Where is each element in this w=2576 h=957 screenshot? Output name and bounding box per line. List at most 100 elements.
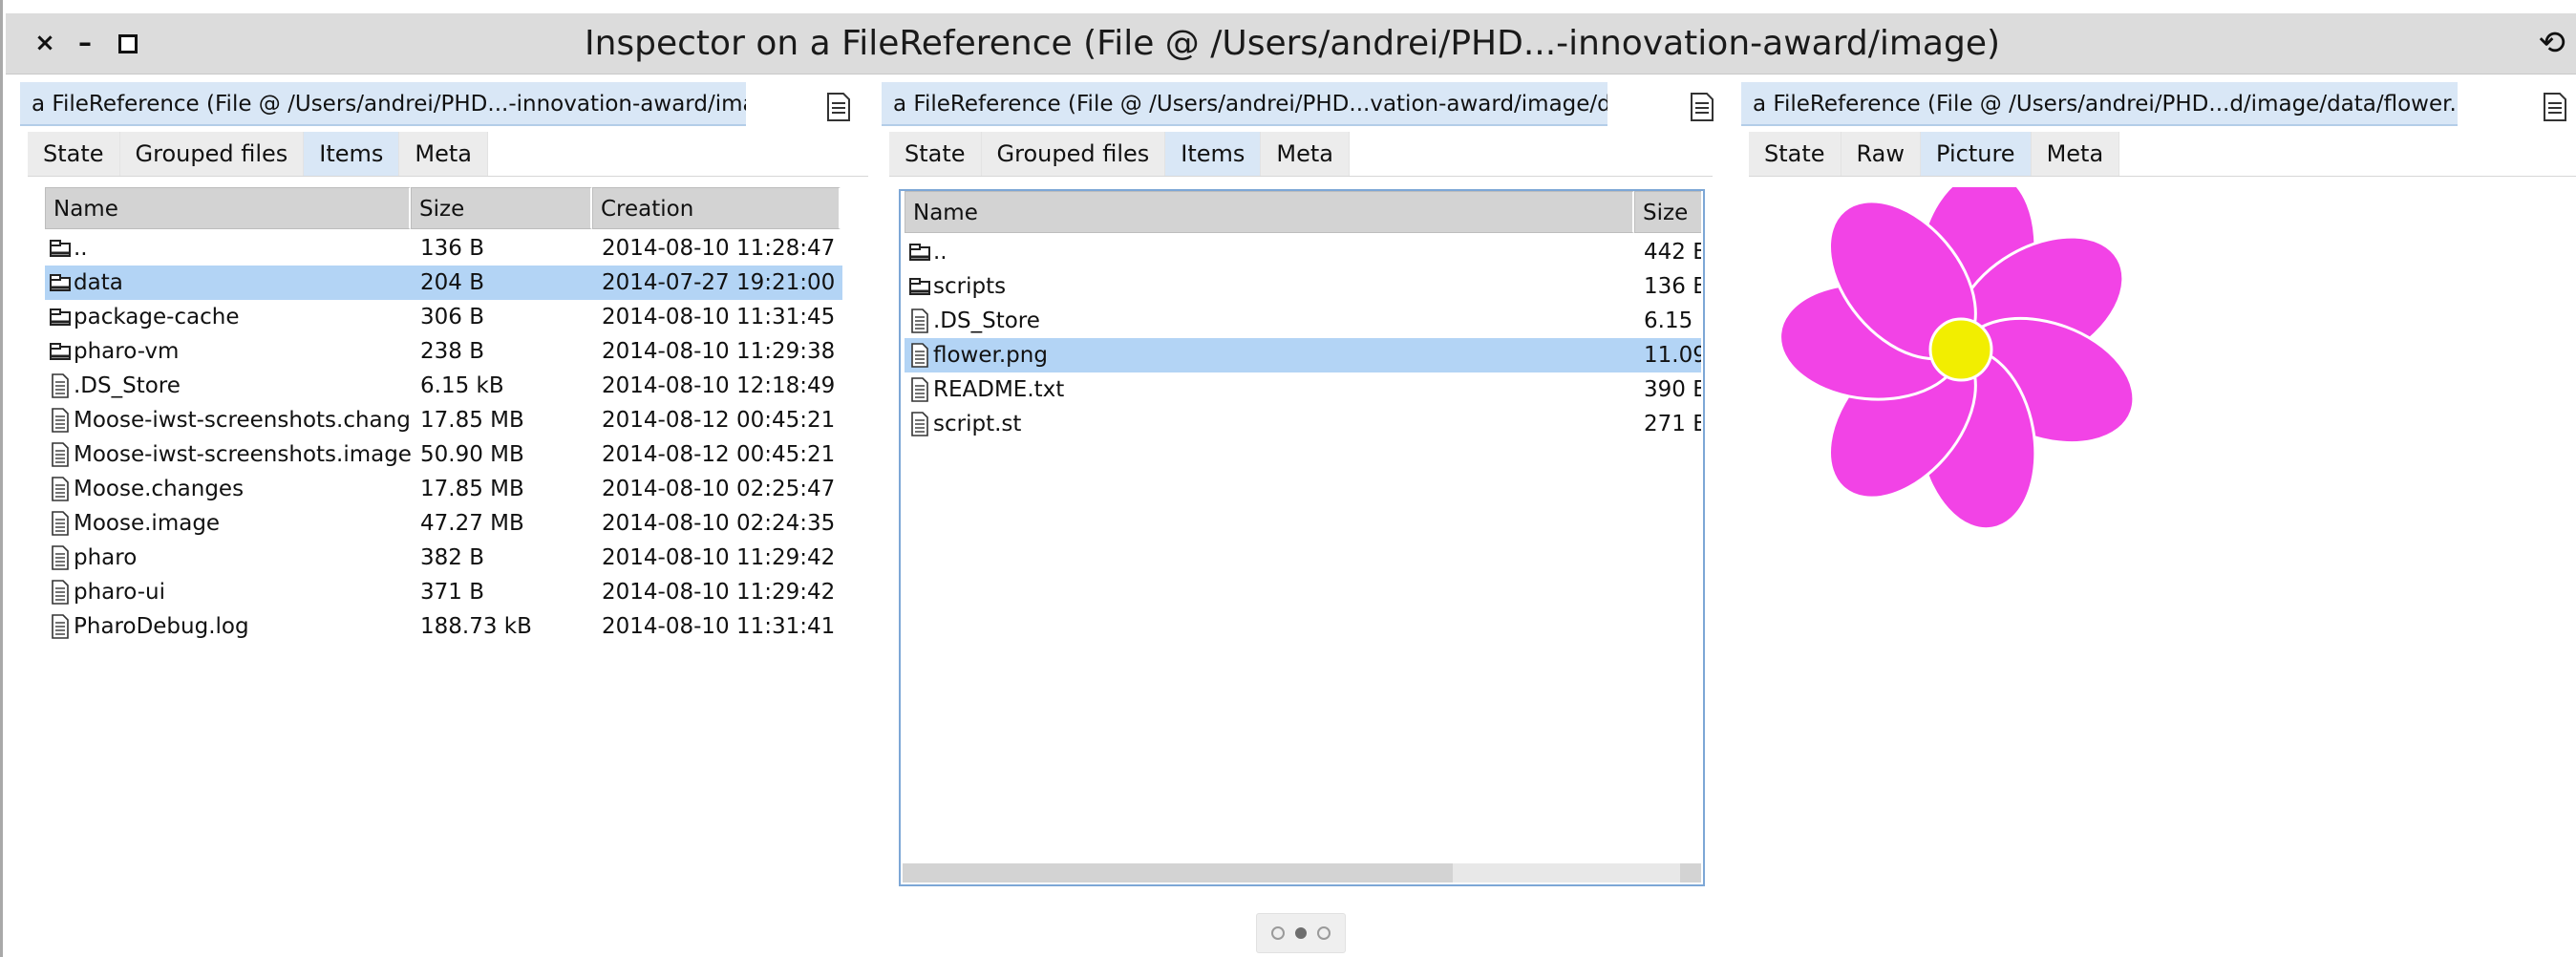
table-row[interactable]: Moose.image 47.27 MB 2014-08-10 02:24:35 (45, 506, 842, 541)
column-header-name[interactable]: Name (905, 191, 1634, 233)
file-name: Moose-iwst-screenshots.image (74, 442, 411, 467)
creation-cell: 2014-08-10 12:18:49 (602, 373, 836, 398)
file-name: scripts (933, 274, 1007, 299)
name-cell: Moose-iwst-screenshots.changes (45, 403, 411, 437)
file-name: pharo (74, 545, 138, 570)
size-cell: 306 B (420, 305, 484, 330)
creation-cell: 2014-08-10 11:28:47 (602, 236, 836, 261)
horizontal-scrollbar[interactable] (903, 863, 1701, 883)
name-cell: Moose.image (45, 506, 411, 541)
creation-cell: 2014-08-10 11:29:42 (602, 580, 836, 605)
folder-icon (50, 240, 71, 257)
tab-meta[interactable]: Meta (1261, 132, 1351, 176)
flower-picture (1778, 187, 2136, 531)
maximize-window-button[interactable] (118, 34, 138, 53)
document-icon[interactable] (825, 92, 852, 122)
file-name: Moose.changes (74, 477, 245, 501)
name-cell: pharo-ui (45, 575, 411, 609)
file-icon (911, 412, 928, 436)
tab-items[interactable]: Items (1165, 132, 1262, 176)
name-cell: .DS_Store (905, 304, 1634, 338)
size-cell: 204 B (420, 270, 484, 295)
minimize-window-button[interactable]: – (71, 29, 99, 57)
name-cell: package-cache (45, 300, 411, 334)
pane-pager (1256, 913, 1346, 953)
table-row[interactable]: scripts 136 B (905, 269, 1701, 304)
size-cell: 442 B (1644, 240, 1701, 265)
size-cell: 17.85 MB (420, 408, 524, 433)
tab-state[interactable]: State (889, 132, 982, 176)
items-table-frame: Name Size .. 442 B scripts 136 B .DS_Store 6.… (899, 189, 1705, 886)
tab-grouped-files[interactable]: Grouped files (119, 132, 305, 176)
table-row[interactable]: README.txt 390 B (905, 372, 1701, 407)
size-cell: 238 B (420, 339, 484, 364)
pane-tabs: State Grouped files Items Meta (28, 132, 489, 176)
table-row[interactable]: .DS_Store 6.15 kB (905, 304, 1701, 338)
table-row[interactable]: .. 442 B (905, 235, 1701, 269)
file-icon (52, 373, 69, 398)
file-name: README.txt (933, 377, 1065, 402)
table-row[interactable]: Moose-iwst-screenshots.changes 17.85 MB 20… (45, 403, 842, 437)
tab-meta[interactable]: Meta (399, 132, 489, 176)
column-header-name[interactable]: Name (45, 187, 411, 229)
size-cell: 6.15 kB (420, 373, 504, 398)
table-row[interactable]: pharo-ui 371 B 2014-08-10 11:29:42 (45, 575, 842, 609)
file-icon (911, 343, 928, 368)
window-titlebar[interactable]: × – Inspector on a FileReference (File @… (6, 13, 2576, 74)
tab-items[interactable]: Items (304, 132, 400, 176)
creation-cell: 2014-08-10 11:31:45 (602, 305, 836, 330)
creation-cell: 2014-08-10 02:24:35 (602, 511, 836, 536)
tab-meta[interactable]: Meta (2031, 132, 2120, 176)
table-row[interactable]: pharo-vm 238 B 2014-08-10 11:29:38 (45, 334, 842, 369)
pager-dot[interactable] (1271, 926, 1286, 940)
table-row[interactable]: .. 136 B 2014-08-10 11:28:47 (45, 231, 842, 266)
size-cell: 390 B (1644, 377, 1701, 402)
tab-raw[interactable]: Raw (1841, 132, 1922, 176)
column-header-size[interactable]: Size (1634, 191, 1701, 233)
table-row[interactable]: flower.png 11.09 kB (905, 338, 1701, 372)
file-name: Moose-iwst-screenshots.changes (74, 408, 411, 433)
tab-grouped-files[interactable]: Grouped files (981, 132, 1166, 176)
inspector-pane-flower: a FileReference (File @ /Users/andrei/PH… (1741, 82, 2576, 904)
document-icon[interactable] (2542, 92, 2568, 122)
size-cell: 17.85 MB (420, 477, 524, 501)
size-cell: 6.15 kB (1644, 308, 1701, 333)
table-row[interactable]: package-cache 306 B 2014-08-10 11:31:45 (45, 300, 842, 334)
items-table: Name Size .. 442 B scripts 136 B .DS_Store 6.… (905, 191, 1701, 850)
table-row[interactable]: Moose-iwst-screenshots.image 50.90 MB 2014… (45, 437, 842, 472)
column-header-creation[interactable]: Creation (592, 187, 841, 229)
tab-divider (1749, 176, 2576, 177)
scrollbar-end-cap (1680, 863, 1701, 883)
file-name: Moose.image (74, 511, 221, 536)
file-name: .DS_Store (933, 308, 1040, 333)
items-table: Name Size Creation .. 136 B 2014-08-10 11:… (45, 187, 862, 722)
tab-state[interactable]: State (1749, 132, 1842, 176)
table-row[interactable]: script.st 271 B (905, 407, 1701, 441)
file-name: .. (74, 236, 88, 261)
file-icon (52, 408, 69, 433)
folder-icon (50, 274, 71, 291)
table-row[interactable]: .DS_Store 6.15 kB 2014-08-10 12:18:49 (45, 369, 842, 403)
column-header-size[interactable]: Size (411, 187, 592, 229)
table-row[interactable]: data 204 B 2014-07-27 19:21:00 (45, 266, 842, 300)
close-window-button[interactable]: × (31, 29, 59, 57)
tab-picture[interactable]: Picture (1921, 132, 2032, 176)
table-row[interactable]: pharo 382 B 2014-08-10 11:29:42 (45, 541, 842, 575)
table-row[interactable]: Moose.changes 17.85 MB 2014-08-10 02:25:47 (45, 472, 842, 506)
tab-divider (28, 176, 868, 177)
folder-icon (909, 244, 930, 261)
pager-dot[interactable] (1294, 927, 1307, 939)
size-cell: 136 B (1644, 274, 1701, 299)
tab-divider (889, 176, 1713, 177)
refresh-icon[interactable]: ⟲ (2539, 27, 2566, 59)
document-icon[interactable] (1689, 92, 1715, 122)
size-cell: 136 B (420, 236, 484, 261)
pager-dot[interactable] (1316, 926, 1331, 940)
name-cell: PharoDebug.log (45, 609, 411, 644)
size-cell: 188.73 kB (420, 614, 532, 639)
file-name: .DS_Store (74, 373, 181, 398)
file-icon (52, 477, 69, 501)
tab-state[interactable]: State (28, 132, 120, 176)
table-row[interactable]: PharoDebug.log 188.73 kB 2014-08-10 11:31:… (45, 609, 842, 644)
scrollbar-thumb[interactable] (903, 863, 1453, 883)
